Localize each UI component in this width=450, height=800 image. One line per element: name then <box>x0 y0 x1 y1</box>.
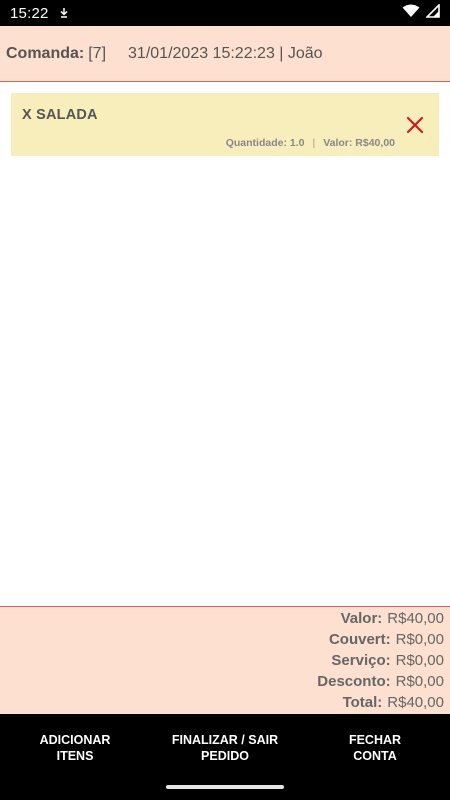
comanda-number: [7] <box>88 44 107 62</box>
list-item[interactable]: X SALADA Quantidade: 1.0 | Valor: R$40,0… <box>11 93 439 156</box>
add-items-label-line2: ITENS <box>56 749 94 763</box>
total-label: Serviço: <box>331 652 391 669</box>
gesture-nav-handle[interactable] <box>166 785 284 789</box>
total-value: R$0,00 <box>395 673 444 690</box>
add-items-button[interactable]: ADICIONAR ITENS <box>0 732 150 764</box>
item-details: Quantidade: 1.0 | Valor: R$40,00 <box>226 137 395 149</box>
total-label: Desconto: <box>317 673 391 690</box>
total-row-couvert: Couvert: R$0,00 <box>0 631 450 652</box>
comanda-datetime-user: 31/01/2023 15:22:23 | João <box>128 44 323 62</box>
close-bill-button[interactable]: FECHAR CONTA <box>300 732 450 764</box>
download-arrow-icon <box>59 7 69 19</box>
wifi-icon <box>402 4 420 23</box>
item-value: Valor: R$40,00 <box>323 137 395 149</box>
item-quantity: Quantidade: 1.0 <box>225 137 305 149</box>
close-bill-label-line2: CONTA <box>353 749 397 763</box>
total-label: Couvert: <box>328 631 391 648</box>
status-bar: 15:22 <box>0 0 450 26</box>
total-row-servico: Serviço: R$0,00 <box>0 652 450 673</box>
item-name: X SALADA <box>22 107 98 123</box>
total-row-total: Total: R$40,00 <box>0 694 450 715</box>
status-icons <box>402 2 440 23</box>
total-value: R$40,00 <box>387 694 444 711</box>
total-label: Valor: <box>340 610 383 627</box>
comanda-label: Comanda: <box>6 44 85 62</box>
signal-icon <box>425 2 440 23</box>
delete-item-button[interactable] <box>405 115 425 135</box>
totals-panel: Valor: R$40,00 Couvert: R$0,00 Serviço: … <box>0 606 450 714</box>
add-items-label-line1: ADICIONAR <box>39 733 111 747</box>
total-row-valor: Valor: R$40,00 <box>0 610 450 631</box>
finish-order-button[interactable]: FINALIZAR / SAIR PEDIDO <box>150 732 300 764</box>
close-icon <box>405 116 425 139</box>
order-header: Comanda: [7] 31/01/2023 15:22:23 | João <box>0 26 450 82</box>
finish-order-label-line2: PEDIDO <box>201 749 249 763</box>
total-value: R$40,00 <box>387 610 444 627</box>
total-value: R$0,00 <box>395 631 444 648</box>
total-label: Total: <box>342 694 383 711</box>
close-bill-label-line1: FECHAR <box>348 733 402 747</box>
status-time: 15:22 <box>10 4 49 22</box>
item-separator: | <box>312 137 316 149</box>
total-row-desconto: Desconto: R$0,00 <box>0 673 450 694</box>
total-value: R$0,00 <box>395 652 444 669</box>
finish-order-label-line1: FINALIZAR / SAIR <box>171 733 279 747</box>
